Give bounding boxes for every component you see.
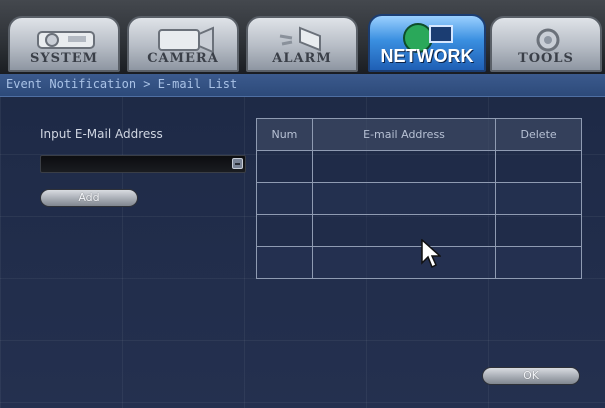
row-delete-cell[interactable] (495, 246, 582, 279)
row-delete-cell[interactable] (495, 150, 582, 183)
email-list-table: Num E-mail Address Delete (256, 118, 582, 279)
tab-network[interactable]: NETWORK (368, 14, 486, 72)
breadcrumb-bar: Event Notification > E-mail List (0, 74, 605, 97)
table-row[interactable] (256, 150, 582, 183)
tab-alarm-label: ALARM (272, 51, 332, 66)
ok-button[interactable]: OK (482, 367, 580, 385)
add-button[interactable]: Add (40, 189, 138, 207)
table-row[interactable] (256, 214, 582, 247)
column-header-email: E-mail Address (311, 118, 497, 151)
dvr-network-email-screen: SYSTEM CAMERA ALARM NETWORK TOOLS Event … (0, 0, 605, 408)
row-num-cell (256, 150, 313, 183)
tab-tools[interactable]: TOOLS (490, 16, 602, 72)
row-num-cell (256, 182, 313, 215)
row-email-cell (311, 246, 497, 279)
tab-system[interactable]: SYSTEM (8, 16, 120, 72)
row-delete-cell[interactable] (495, 214, 582, 247)
mouse-pointer-icon (421, 239, 441, 269)
row-email-cell (311, 150, 497, 183)
tab-camera-label: CAMERA (147, 51, 219, 66)
row-email-cell (311, 182, 497, 215)
tab-camera[interactable]: CAMERA (127, 16, 239, 72)
tab-system-label: SYSTEM (29, 51, 99, 66)
input-email-label: Input E-Mail Address (40, 127, 163, 141)
keyboard-icon[interactable] (232, 158, 243, 169)
table-row[interactable] (256, 182, 582, 215)
column-header-delete: Delete (495, 118, 582, 151)
table-row[interactable] (256, 246, 582, 279)
table-header-row: Num E-mail Address Delete (256, 118, 582, 151)
email-address-input[interactable] (40, 155, 246, 173)
main-tab-bar: SYSTEM CAMERA ALARM NETWORK TOOLS (0, 0, 605, 74)
row-delete-cell[interactable] (495, 182, 582, 215)
breadcrumb: Event Notification > E-mail List (6, 77, 238, 91)
column-header-num: Num (256, 118, 313, 151)
tab-network-label: NETWORK (380, 46, 474, 66)
tab-tools-label: TOOLS (518, 51, 574, 66)
row-num-cell (256, 246, 313, 279)
row-email-cell (311, 214, 497, 247)
row-num-cell (256, 214, 313, 247)
tab-alarm[interactable]: ALARM (246, 16, 358, 72)
